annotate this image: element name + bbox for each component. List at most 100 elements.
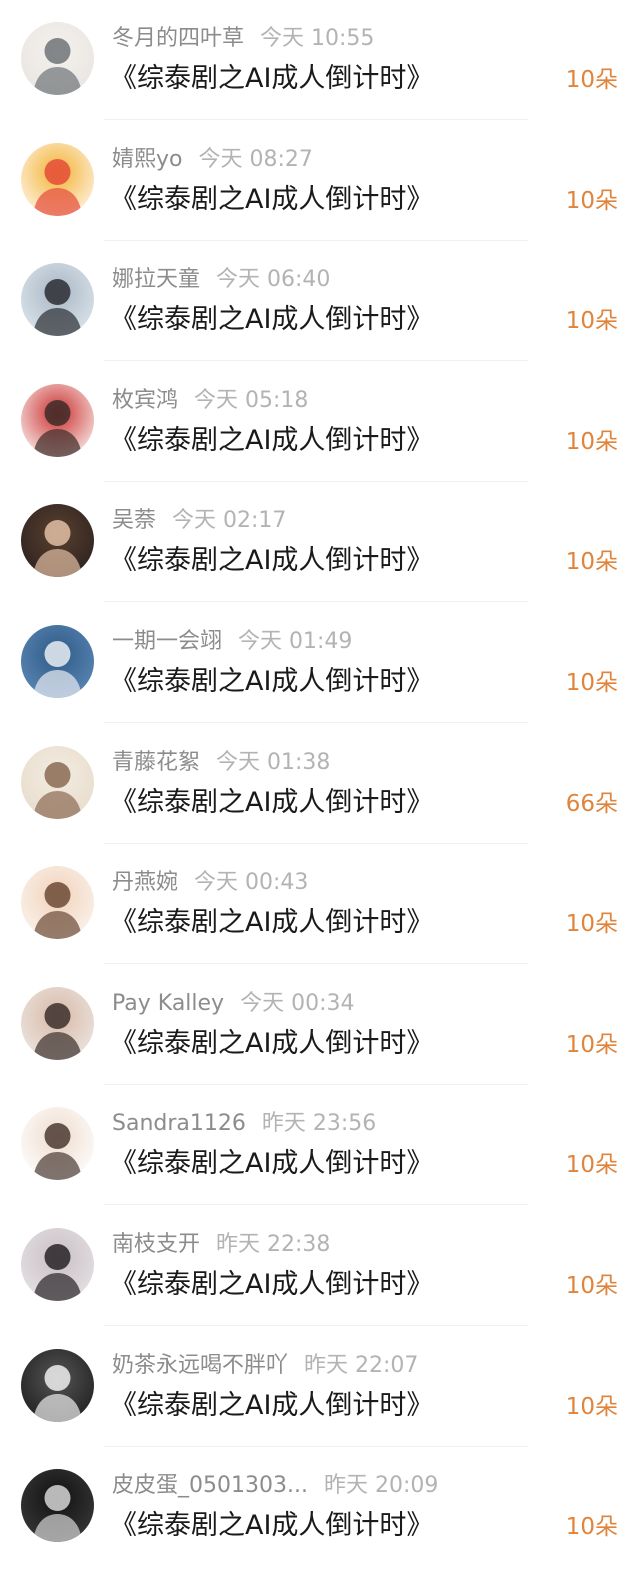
avatar[interactable] [21, 22, 94, 95]
comment-meta: 丹燕婉 今天 00:43 [112, 867, 308, 899]
drama-title: 《综泰剧之AI成人倒计时》 [110, 1028, 434, 1059]
divider [104, 722, 528, 723]
list-item[interactable]: 丹燕婉 今天 00:43 《综泰剧之AI成人倒计时》 10朵 [0, 844, 640, 964]
divider [104, 1325, 528, 1326]
list-item[interactable]: 青藤花絮 今天 01:38 《综泰剧之AI成人倒计时》 66朵 [0, 724, 640, 844]
avatar[interactable] [21, 866, 94, 939]
dragon-cartoon-avatar [21, 143, 94, 216]
list-item[interactable]: 皮皮蛋_0501303... 昨天 20:09 《综泰剧之AI成人倒计时》 10朵 [0, 1447, 640, 1567]
list-item[interactable]: 南枝支开 昨天 22:38 《综泰剧之AI成人倒计时》 10朵 [0, 1206, 640, 1326]
drama-title: 《综泰剧之AI成人倒计时》 [110, 1390, 434, 1421]
user-name[interactable]: 吴萘 [112, 508, 156, 533]
timestamp: 今天 00:34 [240, 991, 355, 1016]
comment-meta: 一期一会翊 今天 01:49 [112, 626, 352, 658]
flower-count: 10朵 [565, 1032, 618, 1058]
avatar[interactable] [21, 143, 94, 216]
black-white-cat-avatar [21, 1349, 94, 1422]
drama-title: 《综泰剧之AI成人倒计时》 [110, 545, 434, 576]
avatar[interactable] [21, 746, 94, 819]
list-item[interactable]: Sandra1126 昨天 23:56 《综泰剧之AI成人倒计时》 10朵 [0, 1085, 640, 1205]
user-name[interactable]: 皮皮蛋_0501303... [112, 1473, 308, 1498]
flower-count: 66朵 [565, 791, 618, 817]
timestamp: 今天 01:49 [238, 629, 353, 654]
list-item[interactable]: 一期一会翊 今天 01:49 《综泰剧之AI成人倒计时》 10朵 [0, 603, 640, 723]
drama-title: 《综泰剧之AI成人倒计时》 [110, 63, 434, 94]
list-item[interactable]: 吴萘 今天 02:17 《综泰剧之AI成人倒计时》 10朵 [0, 482, 640, 602]
list-item[interactable]: 娜拉天童 今天 06:40 《综泰剧之AI成人倒计时》 10朵 [0, 241, 640, 361]
comment-meta: 皮皮蛋_0501303... 昨天 20:09 [112, 1470, 438, 1502]
comment-meta: 枚宾鸿 今天 05:18 [112, 385, 308, 417]
timestamp: 昨天 22:38 [216, 1232, 331, 1257]
drama-title: 《综泰剧之AI成人倒计时》 [110, 787, 434, 818]
avatar[interactable] [21, 1349, 94, 1422]
avatar[interactable] [21, 1228, 94, 1301]
user-name[interactable]: 娜拉天童 [112, 267, 200, 292]
list-item[interactable]: 冬月的四叶草 今天 10:55 《综泰剧之AI成人倒计时》 10朵 [0, 0, 640, 120]
flower-count: 10朵 [565, 308, 618, 334]
timestamp: 今天 08:27 [198, 147, 313, 172]
flower-count: 10朵 [565, 670, 618, 696]
mono-portrait-avatar [21, 1469, 94, 1542]
user-name[interactable]: 婧熙yo [112, 147, 182, 172]
flower-count: 10朵 [565, 1273, 618, 1299]
list-item[interactable]: Pay Kalley 今天 00:34 《综泰剧之AI成人倒计时》 10朵 [0, 965, 640, 1085]
comment-meta: Sandra1126 昨天 23:56 [112, 1108, 376, 1140]
drama-title: 《综泰剧之AI成人倒计时》 [110, 1510, 434, 1541]
timestamp: 昨天 20:09 [323, 1473, 439, 1498]
user-name[interactable]: 丹燕婉 [112, 870, 178, 895]
comment-meta: 婧熙yo 今天 08:27 [112, 144, 313, 176]
couple-hug-avatar [21, 746, 94, 819]
list-item[interactable]: 奶茶永远喝不胖吖 昨天 22:07 《综泰剧之AI成人倒计时》 10朵 [0, 1327, 640, 1447]
drama-title: 《综泰剧之AI成人倒计时》 [110, 1148, 434, 1179]
flower-count: 10朵 [565, 1514, 618, 1540]
timestamp: 昨天 22:07 [304, 1353, 419, 1378]
divider [104, 1204, 528, 1205]
timestamp: 今天 05:18 [194, 388, 309, 413]
flower-count: 10朵 [565, 429, 618, 455]
divider [104, 601, 528, 602]
user-name[interactable]: 奶茶永远喝不胖吖 [112, 1353, 288, 1378]
comment-meta: 南枝支开 昨天 22:38 [112, 1229, 330, 1261]
comment-meta: 奶茶永远喝不胖吖 昨天 22:07 [112, 1350, 418, 1382]
user-name[interactable]: 青藤花絮 [112, 750, 200, 775]
list-item[interactable]: 枚宾鸿 今天 05:18 《综泰剧之AI成人倒计时》 10朵 [0, 362, 640, 482]
cartoon-boy-avatar [21, 866, 94, 939]
avatar[interactable] [21, 1469, 94, 1542]
avatar[interactable] [21, 1107, 94, 1180]
drama-title: 《综泰剧之AI成人倒计时》 [110, 1269, 434, 1300]
user-name[interactable]: 枚宾鸿 [112, 388, 178, 413]
divider [104, 963, 528, 964]
woman-portrait-avatar [21, 504, 94, 577]
user-name[interactable]: 一期一会翊 [112, 629, 222, 654]
avatar[interactable] [21, 263, 94, 336]
comment-meta: 青藤花絮 今天 01:38 [112, 747, 330, 779]
timestamp: 今天 10:55 [260, 26, 375, 51]
user-name[interactable]: 南枝支开 [112, 1232, 200, 1257]
avatar[interactable] [21, 625, 94, 698]
drama-title: 《综泰剧之AI成人倒计时》 [110, 184, 434, 215]
avatar[interactable] [21, 987, 94, 1060]
couple-photo-avatar [21, 263, 94, 336]
user-name[interactable]: 冬月的四叶草 [112, 26, 244, 51]
man-portrait-avatar [21, 1228, 94, 1301]
chibi-character-avatar [21, 384, 94, 457]
list-item[interactable]: 婧熙yo 今天 08:27 《综泰剧之AI成人倒计时》 10朵 [0, 121, 640, 241]
comment-meta: Pay Kalley 今天 00:34 [112, 988, 354, 1020]
flower-count: 10朵 [565, 67, 618, 93]
drama-title: 《综泰剧之AI成人倒计时》 [110, 907, 434, 938]
anime-boy-sign-avatar [21, 1107, 94, 1180]
user-name[interactable]: Pay Kalley [112, 991, 224, 1016]
comment-list: 冬月的四叶草 今天 10:55 《综泰剧之AI成人倒计时》 10朵 婧熙yo 今天 08:… [0, 0, 640, 1570]
flower-count: 10朵 [565, 1152, 618, 1178]
seaside-photo-avatar [21, 625, 94, 698]
cat-avatar [21, 22, 94, 95]
girl-flower-avatar [21, 987, 94, 1060]
flower-count: 10朵 [565, 188, 618, 214]
comment-meta: 吴萘 今天 02:17 [112, 505, 286, 537]
timestamp: 今天 01:38 [216, 750, 331, 775]
drama-title: 《综泰剧之AI成人倒计时》 [110, 425, 434, 456]
avatar[interactable] [21, 384, 94, 457]
avatar[interactable] [21, 504, 94, 577]
timestamp: 昨天 23:56 [261, 1111, 377, 1136]
user-name[interactable]: Sandra1126 [112, 1111, 246, 1136]
